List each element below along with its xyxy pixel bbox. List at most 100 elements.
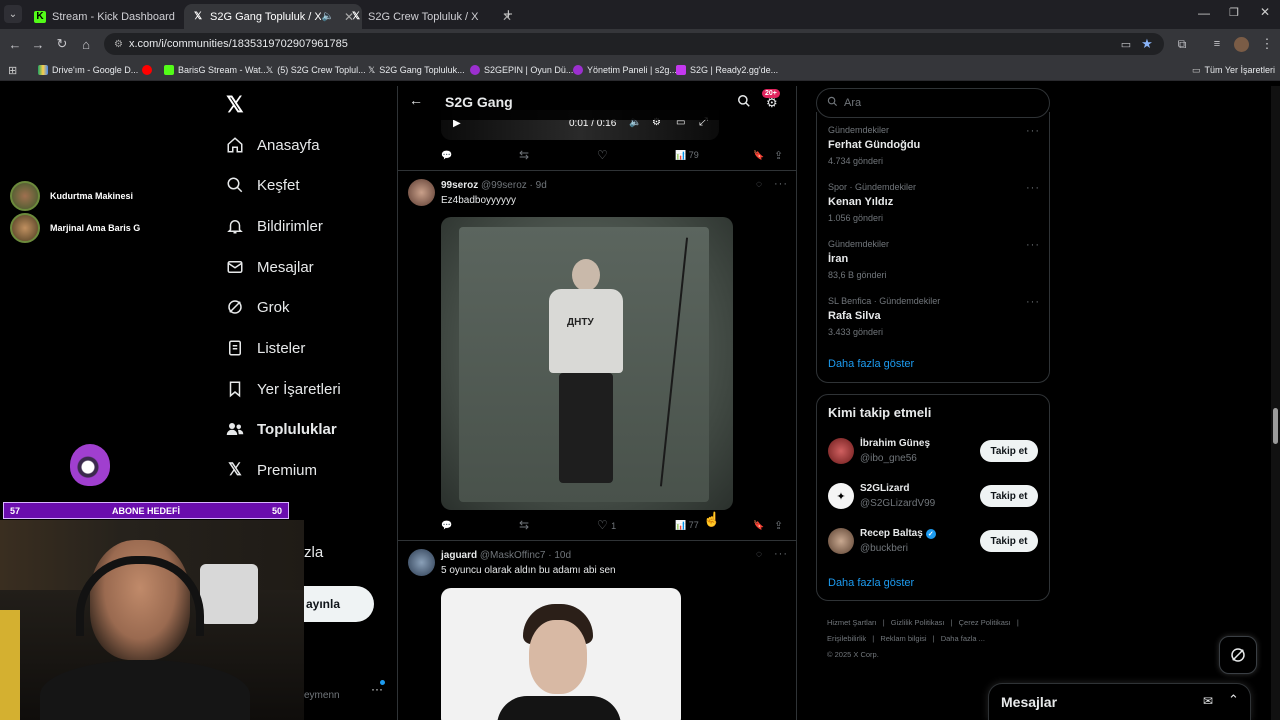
- trends-show-more[interactable]: Daha fazla göster: [828, 358, 914, 370]
- new-message-icon[interactable]: ✉: [1203, 694, 1213, 708]
- avatar[interactable]: [828, 438, 854, 464]
- profile-avatar[interactable]: [1234, 37, 1249, 52]
- footer-link[interactable]: Erişilebilirlik: [827, 634, 866, 643]
- footer-link[interactable]: Hizmet Şartları: [827, 618, 877, 627]
- like-icon[interactable]: ♡: [597, 148, 608, 162]
- messages-drawer[interactable]: Mesajlar ✉ ⌃: [988, 683, 1251, 720]
- reply-icon[interactable]: 💬: [441, 520, 452, 531]
- nav-notifications[interactable]: Bildirimler: [226, 211, 323, 241]
- site-info-icon[interactable]: ⚙: [114, 39, 123, 50]
- bookmark-item[interactable]: Yönetim Paneli | s2g...: [573, 62, 677, 78]
- nav-bookmarks[interactable]: Yer İşaretleri: [226, 374, 341, 404]
- post-more-icon[interactable]: ···: [774, 548, 788, 560]
- follow-suggestion[interactable]: Recep Baltaş ✓ @buckberi Takip et: [828, 526, 1040, 558]
- grok-icon[interactable]: ◌: [756, 179, 762, 190]
- post-image[interactable]: [441, 588, 681, 720]
- page-scrollbar[interactable]: [1271, 86, 1280, 720]
- footer-link[interactable]: Reklam bilgisi: [880, 634, 926, 643]
- close-window-button[interactable]: ✕: [1260, 5, 1270, 19]
- menu-icon[interactable]: ⋮: [1257, 34, 1277, 54]
- cast-icon[interactable]: ▭: [1116, 34, 1136, 54]
- nav-more[interactable]: zla: [304, 537, 323, 567]
- minimize-button[interactable]: —: [1198, 6, 1210, 20]
- bookmark-item[interactable]: 𝕏 (5) S2G Crew Toplul...: [266, 62, 366, 78]
- follow-button[interactable]: Takip et: [980, 530, 1038, 552]
- reply-icon[interactable]: 💬: [441, 150, 452, 161]
- like-icon[interactable]: ♡ 1: [597, 518, 616, 532]
- nav-premium[interactable]: 𝕏 Premium: [226, 455, 317, 485]
- views-icon[interactable]: 📊 79: [675, 150, 699, 161]
- follow-button[interactable]: Takip et: [980, 485, 1038, 507]
- media-icon[interactable]: ≡: [1207, 34, 1227, 54]
- browser-tab-s2g-gang[interactable]: 𝕏 S2G Gang Topluluk / X 🔈 ✕: [184, 4, 362, 29]
- author-name[interactable]: jaguard: [441, 550, 477, 561]
- address-bar[interactable]: ⚙ x.com/i/communities/183531970290796178…: [104, 33, 1164, 55]
- back-arrow-icon[interactable]: ←: [409, 92, 423, 108]
- post-age[interactable]: 9d: [536, 180, 547, 191]
- trend-item[interactable]: Gündemdekiler Ferhat Gündoğdu 4.734 gönd…: [828, 125, 1040, 166]
- suggestion-name[interactable]: İbrahim Güneş: [860, 438, 930, 449]
- all-bookmarks[interactable]: ▭ Tüm Yer İşaretleri: [1192, 62, 1275, 78]
- post-video[interactable]: ДНТУ: [441, 217, 733, 510]
- author-handle[interactable]: @99seroz: [481, 180, 527, 191]
- back-icon[interactable]: ←: [5, 34, 25, 54]
- bookmark-item[interactable]: S2G | Ready2.gg'de...: [676, 62, 778, 78]
- avatar[interactable]: ✦: [828, 483, 854, 509]
- browser-tab-kick[interactable]: K Stream - Kick Dashboard ✕: [26, 4, 204, 29]
- suggestion-name[interactable]: S2GLizard: [860, 483, 909, 494]
- bookmark-item[interactable]: BarisG Stream - Wat...: [142, 62, 268, 78]
- bookmark-item[interactable]: Drive'ım - Google D...: [38, 62, 138, 78]
- account-menu-icon[interactable]: ···: [371, 680, 385, 696]
- new-tab-button[interactable]: +: [504, 6, 513, 23]
- browser-tab-s2g-crew[interactable]: 𝕏 S2G Crew Topluluk / X ✕: [342, 4, 520, 29]
- footer-link[interactable]: Daha fazla ...: [941, 634, 985, 643]
- trend-item[interactable]: Spor · Gündemdekiler Kenan Yıldız 1.056 …: [828, 182, 1040, 223]
- expand-icon[interactable]: ⌃: [1228, 692, 1239, 708]
- footer-link[interactable]: Çerez Politikası: [959, 618, 1011, 627]
- grok-icon[interactable]: ◌: [756, 549, 762, 560]
- trend-more-icon[interactable]: ···: [1026, 125, 1040, 137]
- header-search-icon[interactable]: [737, 94, 751, 113]
- speaker-icon[interactable]: 🔈: [321, 11, 333, 22]
- nav-communities[interactable]: Topluluklar: [226, 414, 337, 444]
- repost-icon[interactable]: ⇆: [519, 148, 529, 162]
- trend-more-icon[interactable]: ···: [1026, 182, 1040, 194]
- forward-icon[interactable]: →: [28, 34, 48, 54]
- author-handle[interactable]: @MaskOffinc7: [480, 550, 546, 561]
- bookmark-item[interactable]: S2GEPIN | Oyun Dü...: [470, 62, 573, 78]
- author-name[interactable]: 99seroz: [441, 180, 478, 191]
- reload-icon[interactable]: ↻: [52, 34, 72, 54]
- follow-button[interactable]: Takip et: [980, 440, 1038, 462]
- trend-more-icon[interactable]: ···: [1026, 296, 1040, 308]
- repost-icon[interactable]: ⇆: [519, 518, 529, 532]
- avatar[interactable]: [408, 179, 435, 206]
- post[interactable]: 99seroz @99seroz · 9d ◌ ··· Ez4badboyyyy…: [398, 171, 796, 540]
- post[interactable]: jaguard @MaskOffinc7 · 10d ◌ ··· 5 oyunc…: [398, 541, 796, 720]
- home-icon[interactable]: ⌂: [76, 34, 96, 54]
- trend-more-icon[interactable]: ···: [1026, 239, 1040, 251]
- nav-grok[interactable]: Grok: [226, 292, 290, 322]
- extensions-icon[interactable]: ⧉: [1172, 34, 1192, 54]
- avatar[interactable]: [828, 528, 854, 554]
- grok-floating-button[interactable]: [1219, 636, 1257, 674]
- nav-lists[interactable]: Listeler: [226, 333, 305, 363]
- post-more-icon[interactable]: ···: [774, 178, 788, 190]
- post-age[interactable]: 10d: [554, 550, 571, 561]
- follow-show-more[interactable]: Daha fazla göster: [828, 577, 914, 589]
- nav-home[interactable]: Anasayfa: [226, 130, 320, 160]
- bookmark-icon[interactable]: 🔖: [753, 520, 764, 531]
- follow-suggestion[interactable]: İbrahim Güneş @ibo_gne56 Takip et: [828, 436, 1040, 468]
- trend-item[interactable]: SL Benfica · Gündemdekiler Rafa Silva 3.…: [828, 296, 1040, 337]
- share-icon[interactable]: ⇪: [774, 149, 783, 162]
- bookmark-item[interactable]: 𝕏 S2G Gang Topluluk...: [368, 62, 465, 78]
- footer-link[interactable]: Gizlilik Politikası: [891, 618, 945, 627]
- suggestion-name[interactable]: Recep Baltaş ✓: [860, 528, 936, 539]
- post-button[interactable]: ayınla: [304, 586, 374, 622]
- tab-search-button[interactable]: ⌄: [4, 5, 22, 23]
- nav-messages[interactable]: Mesajlar: [226, 252, 314, 282]
- apps-icon[interactable]: ⊞: [8, 62, 17, 78]
- nav-explore[interactable]: Keşfet: [226, 170, 300, 200]
- restore-button[interactable]: ❐: [1229, 6, 1239, 19]
- account-handle[interactable]: eymenn: [304, 690, 340, 701]
- avatar[interactable]: [408, 549, 435, 576]
